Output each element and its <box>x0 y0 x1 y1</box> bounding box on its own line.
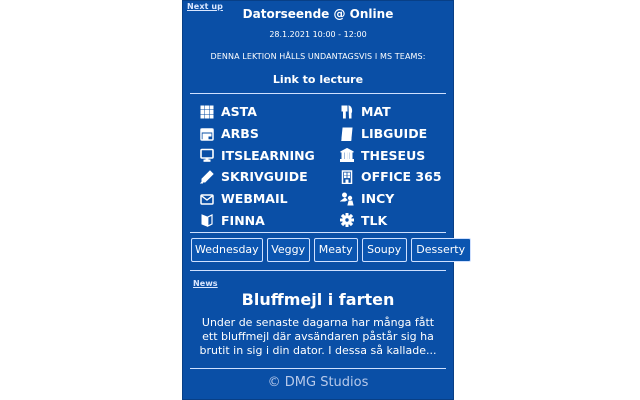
news-headline[interactable]: Bluffmejl i farten <box>182 290 454 309</box>
tab-veggy[interactable]: Veggy <box>266 238 310 262</box>
link-label: MAT <box>361 104 391 120</box>
divider <box>190 368 446 369</box>
lecture-time: 28.1.2021 10:00 - 12:00 <box>269 30 367 39</box>
link-libguide[interactable]: LIBGUIDE <box>340 123 444 145</box>
link-webmail[interactable]: WEBMAIL <box>200 188 340 210</box>
link-tlk[interactable]: TLK <box>340 209 444 231</box>
link-label: OFFICE 365 <box>361 169 442 185</box>
link-office365[interactable]: OFFICE 365 <box>340 166 444 188</box>
link-label: THESEUS <box>361 147 426 163</box>
link-mat[interactable]: MAT <box>340 101 444 123</box>
link-label: ASTA <box>221 104 257 120</box>
envelope-icon <box>200 193 214 205</box>
utensils-grid-icon <box>200 105 214 119</box>
link-arbs[interactable]: ARBS <box>200 123 340 145</box>
people-icon <box>340 192 354 206</box>
divider <box>190 232 446 233</box>
tab-soupy[interactable]: Soupy <box>361 238 407 262</box>
tab-meaty[interactable]: Meaty <box>313 238 358 262</box>
link-itslearning[interactable]: ITSLEARNING <box>200 144 340 166</box>
divider <box>190 93 446 94</box>
tab-desserty[interactable]: Desserty <box>410 238 471 262</box>
monitor-icon <box>200 148 214 163</box>
link-incy[interactable]: INCY <box>340 188 444 210</box>
lecture-link[interactable]: Link to lecture <box>182 73 454 86</box>
link-theseus[interactable]: THESEUS <box>340 144 444 166</box>
link-label: WEBMAIL <box>221 191 288 207</box>
building-icon <box>341 170 353 184</box>
fork-knife-icon <box>341 105 353 119</box>
tab-wednesday[interactable]: Wednesday <box>191 238 263 262</box>
quick-links: ASTA MAT ARBS LIBGUIDE ITSLEARNING THESE… <box>200 101 444 231</box>
link-label: ARBS <box>221 126 259 142</box>
lecture-title: Datorseende @ Online <box>242 7 394 21</box>
link-label: SKRIVGUIDE <box>221 169 308 185</box>
link-label: TLK <box>361 212 388 228</box>
calendar-icon <box>200 127 214 141</box>
footer-copyright: © DMG Studios <box>267 375 369 390</box>
lecture-note: DENNA LEKTION HÅLLS UNDANTAGSVIS I MS TE… <box>210 52 426 61</box>
book-icon <box>341 127 353 141</box>
news-excerpt: Under de senaste dagarna har många fått … <box>199 316 437 357</box>
gear-icon <box>340 213 354 228</box>
book-open-icon <box>201 214 213 228</box>
news-label: News <box>193 279 218 288</box>
divider <box>190 270 446 271</box>
lunch-menu-tabs: Wednesday Veggy Meaty Soupy Desserty <box>191 238 471 262</box>
link-finna[interactable]: FINNA <box>200 209 340 231</box>
link-label: INCY <box>361 191 395 207</box>
pencil-icon <box>200 170 214 184</box>
link-asta[interactable]: ASTA <box>200 101 340 123</box>
link-label: LIBGUIDE <box>361 126 428 142</box>
dashboard-panel: Next up Datorseende @ Online 28.1.2021 1… <box>182 0 471 400</box>
link-skrivguide[interactable]: SKRIVGUIDE <box>200 166 340 188</box>
university-icon <box>340 148 354 163</box>
link-label: ITSLEARNING <box>221 147 315 163</box>
link-label: FINNA <box>221 212 265 228</box>
